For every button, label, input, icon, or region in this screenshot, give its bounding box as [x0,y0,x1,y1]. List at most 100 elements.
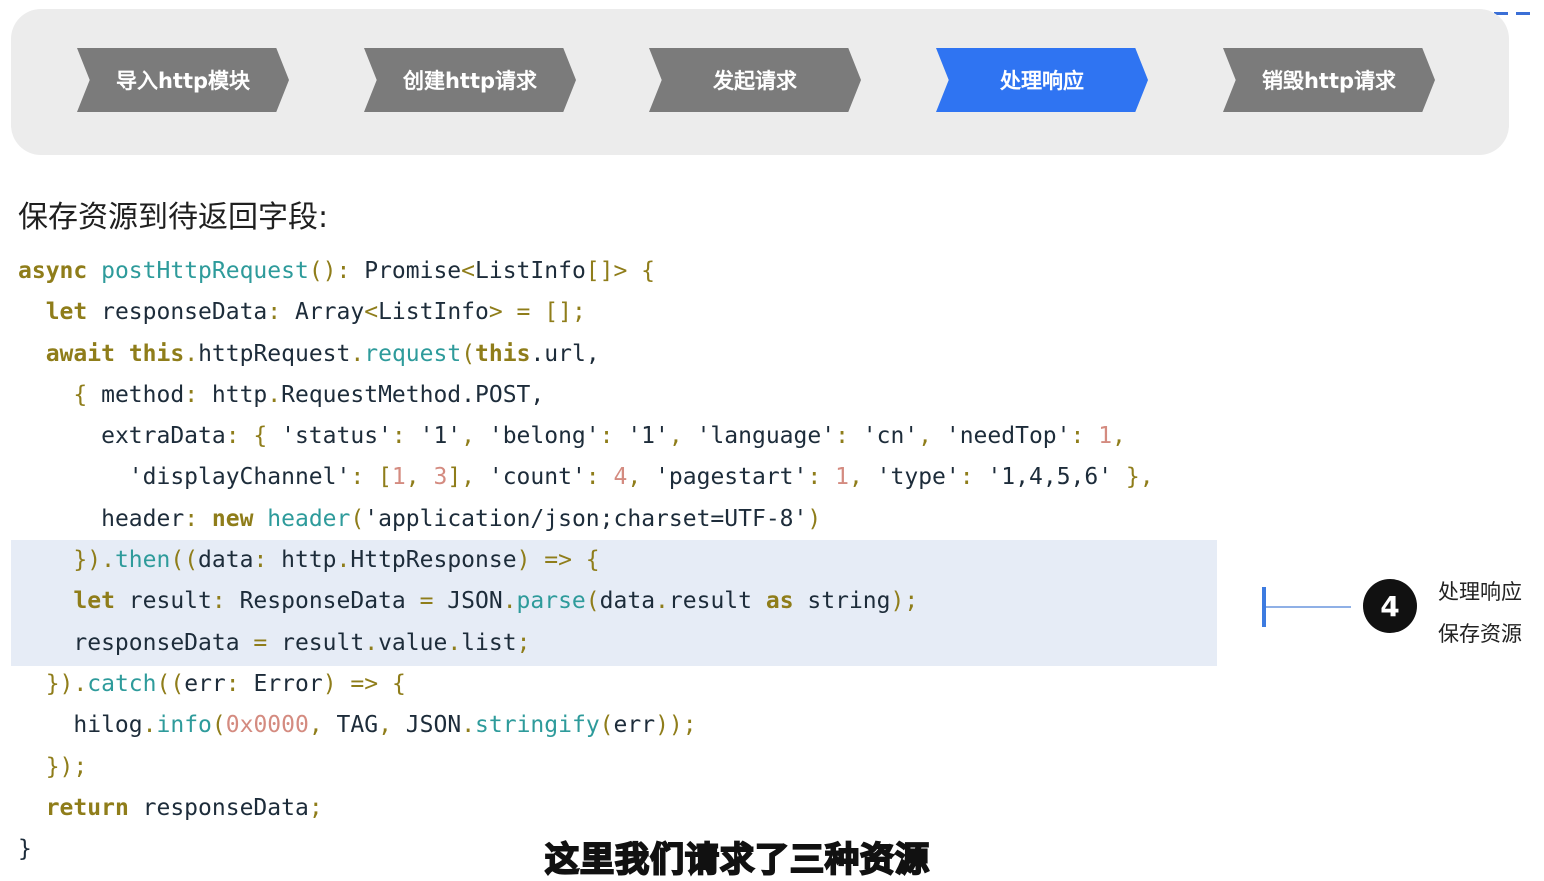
code-token: 'needTop' [945,423,1071,450]
code-token: responseData [73,629,240,656]
code-token: { [73,381,102,408]
code-token: result [114,588,212,615]
code-token: Array [294,299,365,326]
code-token: : [267,299,295,326]
code-token: result [668,588,752,615]
code-token: httpRequest [198,340,351,367]
annotation-subtitle: 保存资源 [1438,622,1522,646]
code-token: Error [253,670,323,697]
code-token: > = []; [488,299,586,326]
code-token: : [959,464,988,491]
code-token: . [101,547,115,574]
code-token: : { [225,423,282,450]
code-token: JSON [405,712,462,739]
code-token: 'count' [488,464,586,491]
code-token: ListInfo [378,299,489,326]
code-token: : [253,547,282,574]
code-line-5: extraData: { 'status': '1', 'belong': '1… [18,416,1154,457]
code-token: info [156,712,212,739]
code-token: postHttpRequest [101,258,309,284]
code-token: as [765,588,794,615]
code-token: ) => { [516,547,600,574]
code-token: responseData [87,299,268,326]
code-line-14: return responseData; [18,788,1154,829]
code-token: .POST, [461,381,545,408]
code-token: . [267,381,282,408]
code-token: = [405,588,448,615]
code-line-8: }).then((data: http.HttpResponse) => { [18,540,1154,581]
code-token: method [101,381,185,408]
code-token: , [627,464,656,491]
code-token: (): [308,258,365,284]
code-token: )); [655,712,697,739]
code-line-2: let responseData: Array<ListInfo> = []; [18,292,1154,333]
code-token: stringify [475,712,600,739]
video-caption: 这里我们请求了三种资源 [544,839,930,881]
code-token: = [239,629,282,656]
code-token: . [447,629,462,656]
code-token: : [225,670,254,697]
code-token: ListInfo [475,258,586,284]
code-token: return [45,794,129,821]
step-handle-response[interactable]: 处理响应 [936,48,1148,112]
code-token: 'application/json;charset=UTF-8' [364,505,808,532]
code-line-4: { method: http.RequestMethod.POST, [18,375,1154,416]
code-token: 4 [613,464,628,491]
step-create-http-request[interactable]: 创建http请求 [364,48,576,112]
code-token: list [461,629,517,656]
code-token: 1 [391,464,406,491]
code-line-6: 'displayChannel': [1, 3], 'count': 4, 'p… [18,457,1154,498]
annotation-title: 处理响应 [1438,580,1522,604]
code-token: ) [807,505,822,532]
code-line-12: hilog.info(0x0000, TAG, JSON.stringify(e… [18,705,1154,746]
code-token: : [211,588,240,615]
code-token: . [336,547,351,574]
code-token: ( [350,505,365,532]
code-token: hilog [73,712,143,739]
code-token: } [18,836,32,863]
code-line-13: }); [18,747,1154,788]
code-token: ( [599,712,614,739]
code-token: . [73,670,88,697]
code-token: < [364,299,379,326]
code-token: header [101,505,185,532]
code-token: 1 [835,464,849,491]
code-token: . [142,712,157,739]
code-token: }, [1112,464,1154,491]
code-token: 'type' [876,464,960,491]
code-token: extraData [101,423,226,450]
code-token: , [405,464,434,491]
code-token: 'cn' [862,423,919,450]
code-token: let [73,588,115,615]
step-send-request[interactable]: 发起请求 [649,48,861,112]
code-token: : [ [350,464,392,491]
code-token: ); [890,588,919,615]
code-token: : [391,423,420,450]
steps-bar: 导入http模块 创建http请求 发起请求 处理响应 销毁http请求 [11,9,1509,155]
section-title: 保存资源到待返回字段: [18,200,329,235]
step-import-http-module[interactable]: 导入http模块 [77,48,289,112]
code-token: . [655,588,669,615]
code-token: ) => { [322,670,406,697]
code-token: ], [447,464,489,491]
code-token: (( [156,670,185,697]
code-line-3: await this.httpRequest.request(this.url, [18,334,1154,375]
code-token: string [807,588,891,615]
code-token: JSON [447,588,503,615]
code-token: . [502,588,517,615]
code-token: result [281,629,365,656]
code-line-9: let result: ResponseData = JSON.parse(da… [18,581,1154,622]
code-token: ResponseData [239,588,406,615]
code-token: await [45,340,115,367]
step-destroy-http-request[interactable]: 销毁http请求 [1223,48,1435,112]
code-token: ( [461,340,476,367]
code-token: '1' [627,423,669,450]
code-token: err [184,670,226,697]
code-token: : [1070,423,1099,450]
code-token: .url, [530,340,600,367]
code-token: 0x0000 [225,712,309,739]
code-token: this [475,340,531,367]
code-token: request [364,340,462,367]
code-token: : [599,423,628,450]
code-token: '1,4,5,6' [987,464,1113,491]
